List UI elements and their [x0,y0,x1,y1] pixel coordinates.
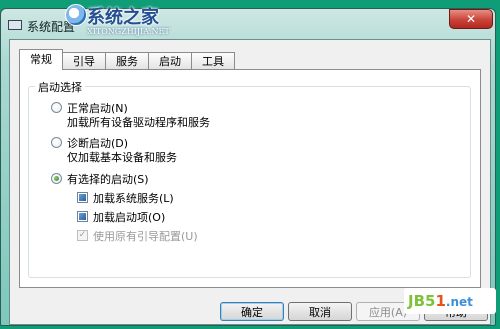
corner-watermark: JB51.net [404,288,496,314]
tab-strip: 常规 引导 服务 启动 工具 [19,49,235,70]
use-original-boot-checkbox: ✓ [77,230,88,241]
load-system-services-checkbox[interactable] [77,192,88,203]
load-system-services-label[interactable]: 加载系统服务(L) [93,190,174,206]
diagnostic-startup-radio[interactable] [51,137,62,148]
site-watermark: 系统之家 XITONGZHIJIA.NET [65,4,195,40]
load-startup-items-label[interactable]: 加载启动项(O) [93,209,165,225]
watermark-title: 系统之家 [87,7,159,28]
corner-watermark-part2: 1 [435,292,446,310]
dialog-client-area: 常规 引导 服务 启动 工具 启动选择 正常启动(N) 加载所有设备驱动程序和服… [9,39,491,325]
startup-selection-group: 启动选择 正常启动(N) 加载所有设备驱动程序和服务 诊断启动(D) 仅加载基本… [28,79,471,278]
close-button[interactable]: ✕ [449,9,493,29]
selective-startup-label[interactable]: 有选择的启动(S) [67,171,149,187]
corner-watermark-part1: JB5 [408,292,436,310]
tab-tools[interactable]: 工具 [191,52,235,69]
app-icon [8,20,22,30]
corner-watermark-part3: .net [445,295,473,309]
diagnostic-startup-desc: 仅加载基本设备和服务 [67,151,177,164]
selective-startup-radio[interactable] [51,173,62,184]
ok-button[interactable]: 确定 [220,302,284,321]
watermark-url: XITONGZHIJIA.NET [87,27,170,36]
tab-boot[interactable]: 引导 [62,52,106,69]
tab-startup[interactable]: 启动 [148,52,192,69]
site-logo-icon [65,4,87,26]
use-original-boot-label: 使用原有引导配置(U) [93,230,198,243]
load-startup-items-checkbox[interactable] [77,211,88,222]
tab-general[interactable]: 常规 [19,49,63,70]
cancel-button[interactable]: 取消 [288,302,352,321]
group-title: 启动选择 [35,79,85,95]
general-tab-panel: 启动选择 正常启动(N) 加载所有设备驱动程序和服务 诊断启动(D) 仅加载基本… [19,69,481,288]
system-config-window: 系统配置 ✕ 常规 引导 服务 启动 工具 启动选择 正常启动(N) 加载所有设… [0,8,496,326]
tab-services[interactable]: 服务 [105,52,149,69]
normal-startup-radio[interactable] [51,102,62,113]
normal-startup-desc: 加载所有设备驱动程序和服务 [67,116,210,129]
